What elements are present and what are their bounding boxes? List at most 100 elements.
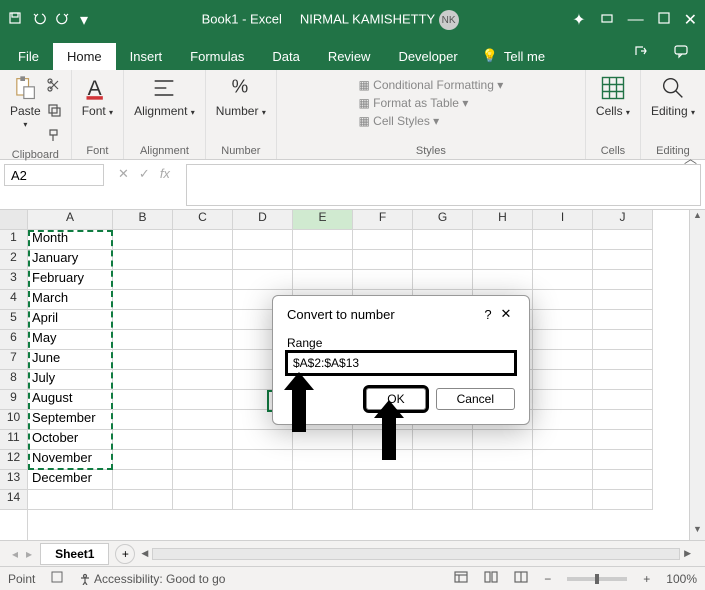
cell[interactable]	[533, 450, 593, 470]
column-header[interactable]: B	[113, 210, 173, 230]
tab-developer[interactable]: Developer	[384, 43, 471, 70]
cut-icon[interactable]	[47, 78, 61, 97]
cell[interactable]	[233, 270, 293, 290]
cell[interactable]: July	[28, 370, 113, 390]
cell[interactable]	[593, 290, 653, 310]
view-page-layout-icon[interactable]	[484, 571, 498, 586]
cell[interactable]	[593, 270, 653, 290]
cell[interactable]	[113, 430, 173, 450]
tab-data[interactable]: Data	[258, 43, 313, 70]
cell[interactable]	[233, 450, 293, 470]
cell[interactable]	[473, 450, 533, 470]
column-header[interactable]: J	[593, 210, 653, 230]
cancel-formula-icon[interactable]: ✕	[118, 166, 129, 182]
zoom-level[interactable]: 100%	[666, 572, 697, 586]
cell[interactable]	[173, 350, 233, 370]
collapse-ribbon-icon[interactable]: ︿	[684, 148, 697, 167]
row-header[interactable]: 1	[0, 230, 27, 250]
cell[interactable]	[173, 290, 233, 310]
format-as-table-button[interactable]: ▦ Format as Table ▾	[358, 96, 503, 110]
cell[interactable]	[113, 330, 173, 350]
cell[interactable]	[173, 410, 233, 430]
cell[interactable]	[473, 490, 533, 510]
cell[interactable]	[533, 250, 593, 270]
cancel-button[interactable]: Cancel	[436, 388, 515, 410]
redo-icon[interactable]	[56, 11, 70, 30]
column-header[interactable]: G	[413, 210, 473, 230]
cell[interactable]	[113, 250, 173, 270]
select-all-corner[interactable]	[0, 210, 27, 230]
cell[interactable]	[473, 270, 533, 290]
add-sheet-button[interactable]: +	[115, 544, 135, 564]
cell[interactable]	[233, 430, 293, 450]
cell[interactable]	[233, 250, 293, 270]
cell[interactable]: April	[28, 310, 113, 330]
number-button[interactable]: % Number ▾	[216, 74, 266, 118]
row-header[interactable]: 13	[0, 470, 27, 490]
horizontal-scrollbar[interactable]: ◀▶	[135, 548, 697, 560]
cell[interactable]	[293, 230, 353, 250]
cells-button[interactable]: Cells ▾	[596, 74, 630, 118]
cell[interactable]	[173, 330, 233, 350]
row-header[interactable]: 7	[0, 350, 27, 370]
window-mode-icon[interactable]	[600, 11, 614, 30]
cell[interactable]	[473, 230, 533, 250]
column-header[interactable]: C	[173, 210, 233, 230]
cell[interactable]	[233, 230, 293, 250]
cell[interactable]	[113, 410, 173, 430]
column-header[interactable]: F	[353, 210, 413, 230]
cell[interactable]	[413, 250, 473, 270]
cell-styles-button[interactable]: ▦ Cell Styles ▾	[358, 114, 503, 128]
accessibility-status[interactable]: Accessibility: Good to go	[79, 572, 225, 586]
cell[interactable]: December	[28, 470, 113, 490]
cell[interactable]	[593, 250, 653, 270]
vertical-scrollbar[interactable]: ▲ ▼	[689, 210, 705, 540]
column-header[interactable]: E	[293, 210, 353, 230]
cell[interactable]	[113, 470, 173, 490]
column-header[interactable]: A	[28, 210, 113, 230]
cell[interactable]	[533, 310, 593, 330]
column-headers[interactable]: ABCDEFGHIJ	[28, 210, 705, 230]
cell[interactable]: January	[28, 250, 113, 270]
cell[interactable]	[173, 230, 233, 250]
cell[interactable]	[533, 230, 593, 250]
cell[interactable]	[473, 430, 533, 450]
cell[interactable]	[593, 450, 653, 470]
undo-icon[interactable]	[32, 11, 46, 30]
cell[interactable]: March	[28, 290, 113, 310]
cell[interactable]: Month	[28, 230, 113, 250]
cell[interactable]	[593, 410, 653, 430]
cell[interactable]	[533, 490, 593, 510]
cell[interactable]	[593, 490, 653, 510]
cell[interactable]: September	[28, 410, 113, 430]
row-header[interactable]: 9	[0, 390, 27, 410]
qat-dropdown-icon[interactable]: ▾	[80, 10, 88, 30]
cell[interactable]	[233, 490, 293, 510]
cell[interactable]	[533, 330, 593, 350]
cell[interactable]: August	[28, 390, 113, 410]
cell[interactable]	[533, 390, 593, 410]
copy-icon[interactable]	[47, 103, 61, 122]
zoom-in-icon[interactable]: +	[643, 572, 650, 586]
row-header[interactable]: 3	[0, 270, 27, 290]
tell-me[interactable]: 💡 Tell me	[472, 42, 555, 70]
tab-insert[interactable]: Insert	[116, 43, 177, 70]
cell[interactable]	[533, 430, 593, 450]
row-header[interactable]: 2	[0, 250, 27, 270]
close-dialog-icon[interactable]: ✕	[497, 306, 515, 322]
cell[interactable]	[113, 450, 173, 470]
cell[interactable]	[353, 470, 413, 490]
tab-review[interactable]: Review	[314, 43, 385, 70]
cell[interactable]	[533, 410, 593, 430]
range-input[interactable]	[287, 352, 515, 374]
cell[interactable]	[173, 490, 233, 510]
cell[interactable]	[293, 490, 353, 510]
cell[interactable]	[173, 390, 233, 410]
cell[interactable]: November	[28, 450, 113, 470]
cell[interactable]	[113, 490, 173, 510]
cell[interactable]	[293, 470, 353, 490]
cell[interactable]	[533, 370, 593, 390]
magic-icon[interactable]: ✦	[572, 10, 585, 30]
formula-input[interactable]	[186, 164, 701, 206]
format-painter-icon[interactable]	[47, 128, 61, 147]
